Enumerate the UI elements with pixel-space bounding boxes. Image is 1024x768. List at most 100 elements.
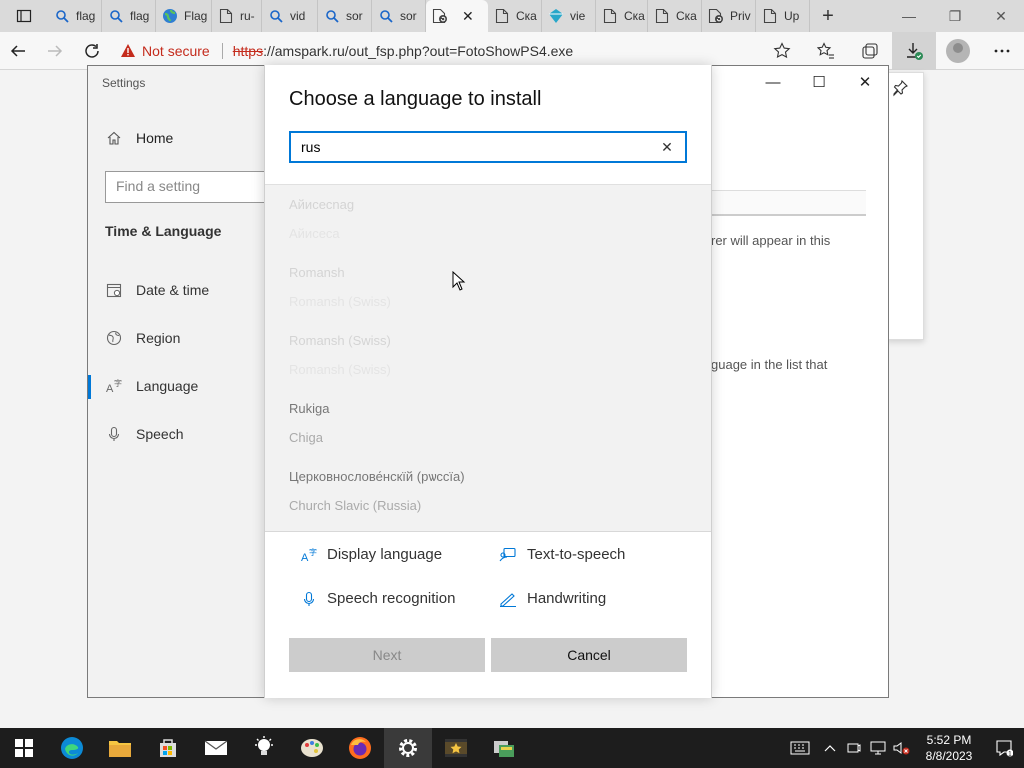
- section-title: Time & Language: [105, 223, 222, 239]
- settings-maximize-button[interactable]: ☐: [796, 66, 842, 98]
- add-favorite-button[interactable]: [760, 32, 804, 70]
- taskbar-store-button[interactable]: [144, 728, 192, 768]
- browser-tab[interactable]: vid: [262, 0, 318, 32]
- nav-item-date-time[interactable]: Date & time: [106, 282, 209, 298]
- tray-app-icon[interactable]: [842, 728, 866, 768]
- close-tab-icon[interactable]: ✕: [462, 8, 474, 25]
- browser-close-button[interactable]: ✕: [978, 0, 1024, 32]
- text-to-speech-icon: [499, 547, 516, 561]
- background-dropdown[interactable]: [711, 190, 866, 216]
- home-icon: [107, 131, 121, 145]
- refresh-icon: [84, 43, 99, 58]
- back-button[interactable]: [0, 32, 37, 70]
- taskbar-paint-button[interactable]: [288, 728, 336, 768]
- more-dots-icon: [994, 49, 1010, 52]
- list-item[interactable]: Церковнослове́нскїй (рѡссїа) Church Slav…: [289, 469, 465, 513]
- background-text: rer will appear in this: [711, 233, 831, 248]
- taskbar-fotoshow-button[interactable]: [432, 728, 480, 768]
- browser-tab[interactable]: Ска: [596, 0, 648, 32]
- browser-tab[interactable]: flag: [102, 0, 156, 32]
- tab-label: sor: [400, 9, 417, 23]
- language-search-box[interactable]: ✕: [289, 131, 687, 163]
- language-native-name: Rоmаnsh: [289, 265, 345, 280]
- browser-tab[interactable]: ru-: [212, 0, 262, 32]
- language-english-name: Church Slavic (Russia): [289, 498, 422, 513]
- taskbar-firefox-button[interactable]: [336, 728, 384, 768]
- start-button[interactable]: [0, 728, 48, 768]
- search-icon: [324, 8, 340, 24]
- taskbar-mail-button[interactable]: [192, 728, 240, 768]
- tab-label: ru-: [240, 9, 255, 23]
- browser-tab[interactable]: sor: [318, 0, 372, 32]
- clock-time: 5:52 PM: [926, 733, 972, 747]
- favorites-button[interactable]: [804, 32, 848, 70]
- taskbar-edge-button[interactable]: [48, 728, 96, 768]
- language-native-name: Rоmаnsh (Swiss): [289, 333, 391, 348]
- keyboard-layout-icon[interactable]: [782, 728, 818, 768]
- list-item[interactable]: Rоmаnsh (Swiss) Rоmаnsh (Swiss): [289, 333, 391, 377]
- volume-muted-icon[interactable]: [890, 728, 914, 768]
- nav-item-language[interactable]: A字 Language: [106, 378, 198, 394]
- settings-close-button[interactable]: ✕: [842, 66, 888, 98]
- language-results-list[interactable]: Aйисесnaɡ Aйисесa Rоmаnsh Rоmаnsh (Swiss…: [265, 184, 711, 531]
- more-options-button[interactable]: [980, 32, 1024, 70]
- network-icon[interactable]: [866, 728, 890, 768]
- system-clock[interactable]: 5:52 PM 8/8/2023: [914, 732, 984, 764]
- new-tab-button[interactable]: +: [810, 0, 846, 32]
- microphone-icon: [108, 426, 120, 441]
- list-item[interactable]: Rukiga Chiga: [289, 401, 329, 445]
- display-language-icon: A字: [301, 547, 317, 563]
- downloads-button[interactable]: [892, 31, 937, 70]
- collections-button[interactable]: [848, 32, 892, 70]
- background-text: guage in the list that: [711, 357, 828, 372]
- language-native-name: Aйисесnaɡ: [289, 197, 355, 212]
- nav-item-region[interactable]: Region: [106, 330, 180, 346]
- show-hidden-icons-button[interactable]: [818, 728, 842, 768]
- url-field[interactable]: Not secure https://amspark.ru/out_fsp.ph…: [120, 36, 760, 66]
- feature-label: Speech recognition: [327, 590, 456, 607]
- cancel-button[interactable]: Cancel: [491, 638, 687, 672]
- home-nav-item[interactable]: Home: [106, 130, 173, 146]
- browser-tab[interactable]: Up: [756, 0, 810, 32]
- browser-tab[interactable]: flag: [48, 0, 102, 32]
- browser-tab[interactable]: Priv: [702, 0, 756, 32]
- browser-tab[interactable]: Ска: [648, 0, 702, 32]
- refresh-button[interactable]: [73, 32, 110, 70]
- list-item[interactable]: Rоmаnsh Rоmаnsh (Swiss): [289, 265, 391, 309]
- language-search-input[interactable]: [301, 139, 659, 155]
- tab-actions-menu-button[interactable]: [0, 0, 48, 32]
- feature-speech-recognition: Speech recognition: [301, 590, 455, 607]
- browser-tab[interactable]: sor: [372, 0, 426, 32]
- browser-tab[interactable]: ✕: [426, 0, 488, 32]
- clear-search-icon[interactable]: ✕: [659, 139, 675, 156]
- page-icon: [762, 8, 778, 24]
- feature-handwriting: Handwriting: [499, 590, 606, 607]
- taskbar-installer-button[interactable]: [480, 728, 528, 768]
- find-setting-input[interactable]: Find a setting: [105, 171, 275, 203]
- browser-tab[interactable]: vie: [542, 0, 596, 32]
- settings-minimize-button[interactable]: —: [750, 66, 796, 98]
- list-item[interactable]: Aйисесnaɡ Aйисесa: [289, 197, 354, 241]
- profile-button[interactable]: [936, 32, 980, 70]
- taskbar-settings-button[interactable]: [384, 728, 432, 768]
- language-english-name: Chiga: [289, 430, 323, 445]
- browser-tab[interactable]: Ска: [488, 0, 542, 32]
- taskbar-tips-button[interactable]: [240, 728, 288, 768]
- globe-icon: [106, 330, 122, 346]
- feature-display-language: A字 Display language: [301, 546, 442, 563]
- action-center-button[interactable]: 1: [984, 728, 1024, 768]
- page-icon: [602, 8, 618, 24]
- download-icon: [907, 42, 924, 60]
- globe-icon: [162, 8, 178, 24]
- browser-restore-button[interactable]: ❐: [932, 0, 978, 32]
- browser-tab[interactable]: Flag: [156, 0, 212, 32]
- tab-label: vie: [570, 9, 586, 23]
- browser-minimize-button[interactable]: —: [886, 0, 932, 32]
- taskbar-file-explorer-button[interactable]: [96, 728, 144, 768]
- home-label: Home: [136, 130, 174, 146]
- not-secure-indicator[interactable]: Not secure: [120, 43, 210, 59]
- forward-button[interactable]: [37, 32, 74, 70]
- next-button[interactable]: Next: [289, 638, 485, 672]
- nav-item-speech[interactable]: Speech: [106, 426, 183, 442]
- tab-label: Ска: [676, 9, 697, 23]
